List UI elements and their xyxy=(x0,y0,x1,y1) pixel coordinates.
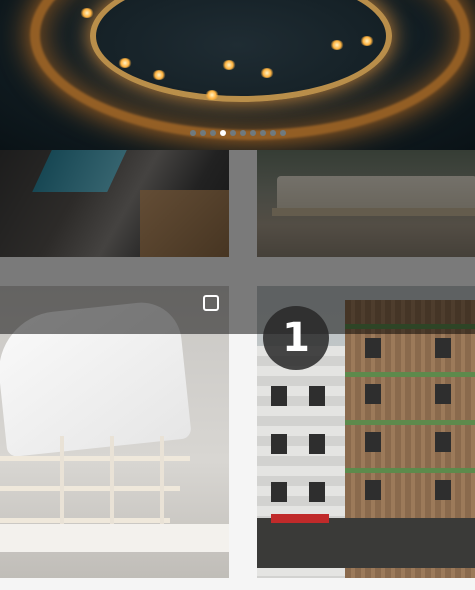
post-thumbnail-swing-bed[interactable] xyxy=(257,150,475,257)
number-badge: 1 xyxy=(263,306,329,370)
carousel-dot[interactable] xyxy=(249,130,256,136)
multiple-images-icon xyxy=(203,295,219,311)
post-thumbnail-architecture-model[interactable] xyxy=(0,286,229,578)
post-thumbnail-tools[interactable] xyxy=(0,150,229,257)
image-carousel[interactable] xyxy=(0,0,475,150)
carousel-dot[interactable] xyxy=(219,130,226,136)
carousel-dot[interactable] xyxy=(199,130,206,136)
carousel-dot[interactable] xyxy=(269,130,276,136)
carousel-dot[interactable] xyxy=(279,130,286,136)
carousel-dot[interactable] xyxy=(209,130,216,136)
carousel-dot[interactable] xyxy=(189,130,196,136)
carousel-dot[interactable] xyxy=(229,130,236,136)
carousel-dot[interactable] xyxy=(259,130,266,136)
carousel-dot[interactable] xyxy=(239,130,246,136)
carousel-pagination[interactable] xyxy=(0,130,475,136)
